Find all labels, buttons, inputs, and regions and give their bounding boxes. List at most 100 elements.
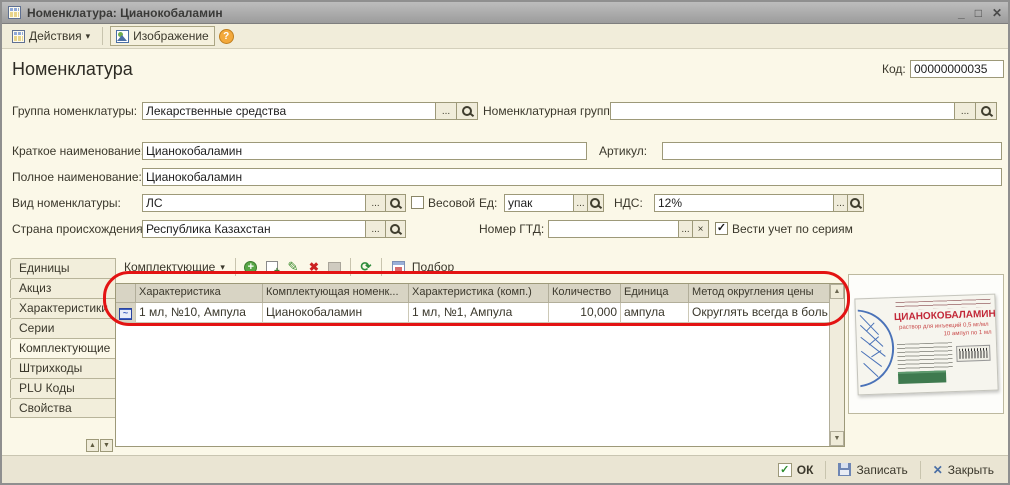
magnifier-icon	[589, 197, 602, 210]
col-unit[interactable]: Единица	[621, 284, 689, 303]
tab-scroll-up-icon[interactable]: ▲	[86, 439, 99, 452]
tab-scroll-buttons: ▲ ▼	[86, 439, 113, 452]
cell-characteristic[interactable]: 1 мл, №10, Ампула	[136, 303, 263, 323]
gtd-clear-button[interactable]: ×	[692, 220, 709, 238]
toolbar-separator	[102, 27, 103, 45]
vat-label: НДС:	[614, 194, 643, 212]
series-checkbox[interactable]: ✓	[715, 222, 728, 235]
group-open-button[interactable]	[456, 102, 478, 120]
toolbar-separator	[235, 258, 236, 276]
actions-menu-button[interactable]: Действия ▾	[7, 26, 95, 46]
gtd-select-button[interactable]: ...	[678, 220, 693, 238]
minimize-icon[interactable]: _	[958, 6, 965, 20]
package-green-label	[898, 370, 946, 384]
close-label: Закрыть	[948, 463, 994, 477]
window-title: Номенклатура: Цианокобаламин	[27, 6, 223, 20]
article-field[interactable]	[662, 142, 1002, 160]
table-row[interactable]: ~ 1 мл, №10, Ампула Цианокобаламин 1 мл,…	[116, 303, 844, 323]
copy-row-button[interactable]	[263, 258, 281, 276]
vat-select-button[interactable]: ...	[833, 194, 848, 212]
unit-field[interactable]	[504, 194, 574, 212]
copy-icon	[266, 261, 278, 274]
full-name-field[interactable]	[142, 168, 1002, 186]
delete-row-button[interactable]: ✖	[305, 258, 323, 276]
group-select-button[interactable]: ...	[435, 102, 457, 120]
tab-components[interactable]: Комплектующие	[10, 338, 117, 358]
tab-series[interactable]: Серии	[10, 318, 116, 338]
footer-separator	[825, 461, 826, 479]
tab-plu[interactable]: PLU Коды	[10, 378, 116, 398]
kind-open-button[interactable]	[385, 194, 406, 212]
ellipsis-icon: ...	[836, 198, 844, 209]
cell-quantity[interactable]: 10,000	[549, 303, 621, 323]
col-component-characteristic[interactable]: Характеристика (комп.)	[409, 284, 549, 303]
cell-unit[interactable]: ампула	[621, 303, 689, 323]
col-component[interactable]: Комплектующая номенк...	[263, 284, 409, 303]
tab-barcodes[interactable]: Штрихкоды	[10, 358, 116, 378]
cell-component-characteristic[interactable]: 1 мл, №1, Ампула	[409, 303, 549, 323]
page-title: Номенклатура	[12, 59, 133, 80]
add-icon: +	[244, 261, 257, 274]
footer-separator	[920, 461, 921, 479]
close-icon[interactable]: ✕	[992, 6, 1002, 20]
group-field[interactable]	[142, 102, 436, 120]
save-button[interactable]: Записать	[832, 461, 913, 479]
edit-row-button[interactable]: ✎	[284, 258, 302, 276]
product-image-panel: ЦИАНОКОБАЛАМИН раствор для инъекций 0,5 …	[848, 274, 1004, 414]
kind-field[interactable]	[142, 194, 366, 212]
main-toolbar: Действия ▾ Изображение ?	[2, 24, 1008, 49]
country-open-button[interactable]	[385, 220, 406, 238]
scroll-up-icon[interactable]: ▲	[830, 284, 844, 299]
maximize-icon[interactable]: □	[975, 6, 982, 20]
unit-select-button[interactable]: ...	[573, 194, 588, 212]
pick-icon	[392, 261, 405, 273]
gtd-field[interactable]	[548, 220, 679, 238]
kind-select-button[interactable]: ...	[365, 194, 386, 212]
country-select-button[interactable]: ...	[365, 220, 386, 238]
pick-button[interactable]: Подбор	[388, 257, 458, 277]
weight-checkbox[interactable]	[411, 196, 424, 209]
delete-icon: ✖	[309, 260, 319, 274]
table-vertical-scrollbar[interactable]: ▲ ▼	[829, 284, 844, 446]
unit-open-button[interactable]	[587, 194, 604, 212]
save-label: Записать	[856, 463, 907, 477]
close-button[interactable]: ✕ Закрыть	[927, 461, 1000, 479]
toolbar-separator	[350, 258, 351, 276]
col-rounding[interactable]: Метод округления цены	[689, 284, 831, 303]
nomgroup-select-button[interactable]: ...	[954, 102, 976, 120]
close-x-icon: ✕	[933, 463, 943, 477]
col-quantity[interactable]: Количество	[549, 284, 621, 303]
cell-rounding[interactable]: Округлять всегда в боль...	[689, 303, 831, 323]
image-button[interactable]: Изображение	[110, 26, 215, 46]
ellipsis-icon: ...	[576, 198, 584, 209]
ok-button[interactable]: ✓ ОК	[772, 461, 820, 479]
vat-field[interactable]	[654, 194, 834, 212]
chevron-down-icon: ▾	[220, 262, 225, 273]
ellipsis-icon: ...	[961, 106, 969, 117]
help-icon[interactable]: ?	[219, 29, 234, 44]
nomgroup-field[interactable]	[610, 102, 955, 120]
series-label: Вести учет по сериям	[732, 220, 853, 238]
code-label: Код:	[882, 60, 906, 78]
country-field[interactable]	[142, 220, 366, 238]
code-field[interactable]	[910, 60, 1004, 78]
add-row-button[interactable]: +	[242, 258, 260, 276]
magnifier-icon	[389, 197, 402, 210]
footer-bar: ✓ ОК Записать ✕ Закрыть	[2, 455, 1008, 483]
refresh-button[interactable]: ⟳	[357, 258, 375, 276]
cell-component[interactable]: Цианокобаламин	[263, 303, 409, 323]
col-characteristic[interactable]: Характеристика	[136, 284, 263, 303]
actions-label: Действия	[29, 29, 82, 43]
row-marker-icon: ~	[119, 308, 132, 320]
scroll-down-icon[interactable]: ▼	[830, 431, 844, 446]
tab-excise[interactable]: Акциз	[10, 278, 116, 298]
end-edit-button-disabled	[326, 258, 344, 276]
tab-properties[interactable]: Свойства	[10, 398, 116, 418]
components-menu-button[interactable]: Комплектующие ▾	[120, 257, 229, 277]
short-name-field[interactable]	[142, 142, 587, 160]
tab-scroll-down-icon[interactable]: ▼	[100, 439, 113, 452]
tab-characteristics[interactable]: Характеристики	[10, 298, 116, 318]
nomgroup-open-button[interactable]	[975, 102, 997, 120]
tab-units[interactable]: Единицы	[10, 258, 116, 278]
vat-open-button[interactable]	[847, 194, 864, 212]
